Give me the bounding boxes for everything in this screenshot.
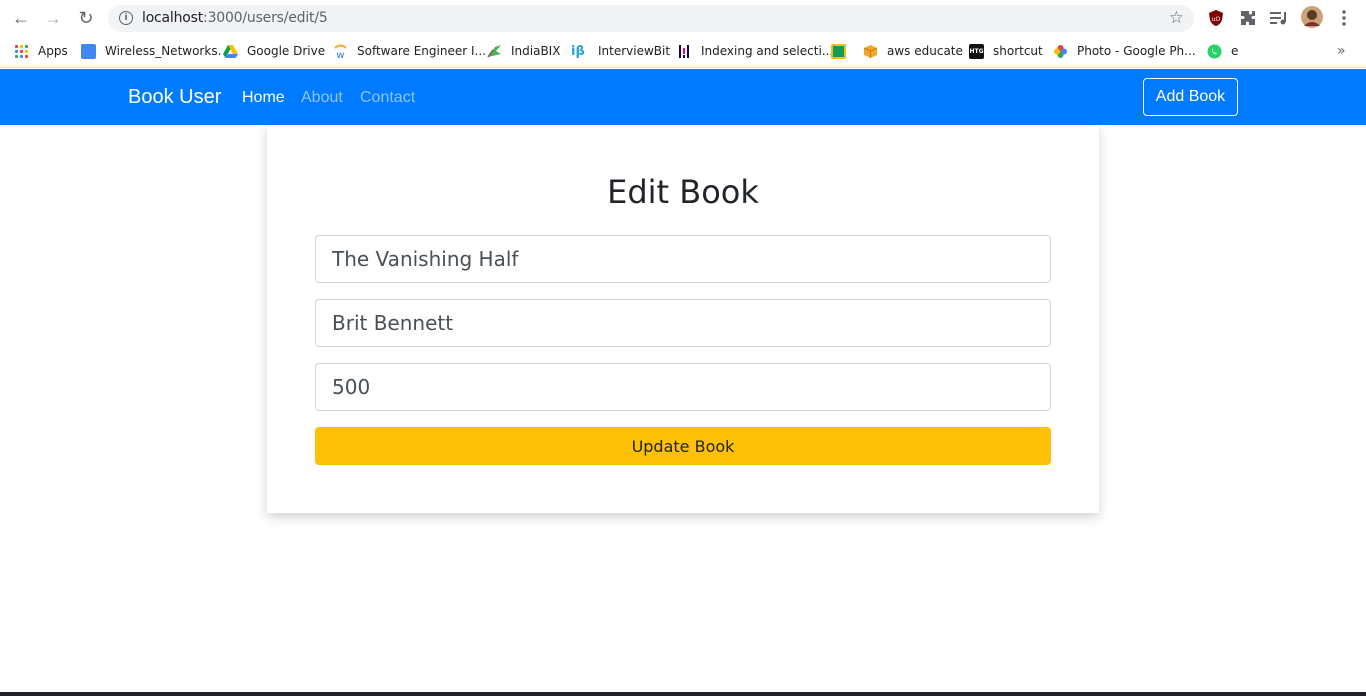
- bookmark-google-drive[interactable]: Google Drive: [223, 41, 325, 61]
- bookmark-label: Software Engineer I...: [357, 44, 486, 58]
- bookmark-whatsapp[interactable]: e: [1207, 41, 1238, 61]
- bookmark-indexing-selecting[interactable]: Indexing and selecti...: [677, 41, 833, 61]
- pages-input[interactable]: 500: [315, 363, 1051, 411]
- bookmark-label: aws educate: [887, 44, 963, 58]
- bookmark-label: Indexing and selecti...: [701, 44, 834, 58]
- add-book-button[interactable]: Add Book: [1143, 78, 1238, 116]
- taskbar-edge: [0, 692, 1366, 696]
- bookmark-apps[interactable]: Apps: [14, 41, 68, 61]
- nav-link-contact[interactable]: Contact: [360, 89, 415, 107]
- bookmark-indiabix[interactable]: IndiaBIX: [487, 41, 560, 61]
- google-drive-icon: [223, 44, 238, 58]
- nav-link-about[interactable]: About: [301, 89, 343, 107]
- svg-text:w: w: [336, 50, 344, 59]
- author-input[interactable]: Brit Bennett: [315, 299, 1051, 347]
- update-book-button[interactable]: Update Book: [315, 427, 1051, 465]
- google-photos-icon: [1054, 44, 1067, 58]
- indiabix-icon: [487, 44, 501, 57]
- bookmark-label: IndiaBIX: [511, 44, 561, 58]
- whatsapp-icon: [1207, 44, 1222, 58]
- bookmark-shortcut[interactable]: HTG shortcut: [969, 41, 1043, 61]
- apps-grid-icon: [14, 44, 29, 58]
- pandas-icon: [679, 44, 689, 58]
- bookmark-label: Apps: [38, 44, 68, 58]
- bookmark-label: Google Drive: [247, 44, 326, 58]
- classroom-icon: [831, 43, 846, 59]
- more-bookmarks-chevron-icon[interactable]: »: [1337, 41, 1346, 61]
- contact-card-icon: [81, 43, 96, 59]
- profile-avatar[interactable]: [1301, 6, 1323, 28]
- back-icon[interactable]: ←: [9, 7, 33, 29]
- bookmarks-bar: Apps Wireless_Networks. Google Drive w S…: [0, 36, 1366, 68]
- htg-icon: HTG: [969, 43, 984, 59]
- page-title: Edit Book: [607, 173, 759, 211]
- svg-text:uO: uO: [1212, 16, 1221, 23]
- bookmark-label: shortcut: [993, 44, 1043, 58]
- bookmark-label: e: [1231, 44, 1239, 58]
- ublock-icon[interactable]: uO: [1206, 9, 1226, 27]
- bookmark-star-icon[interactable]: ☆: [1169, 8, 1184, 28]
- bookmark-label: InterviewBit: [598, 44, 671, 58]
- workday-icon: w: [334, 44, 347, 59]
- bookmark-label: Wireless_Networks.: [105, 44, 222, 58]
- app-navbar: Book User Home About Contact Add Book: [0, 69, 1366, 125]
- reload-icon[interactable]: ↻: [74, 7, 98, 29]
- bookmark-aws-educate[interactable]: aws educate: [863, 41, 963, 61]
- interviewbit-icon: iβ: [571, 43, 585, 59]
- address-bar[interactable]: i localhost:3000/users/edit/5 ☆: [108, 5, 1194, 32]
- book-name-input[interactable]: The Vanishing Half: [315, 235, 1051, 283]
- media-control-icon[interactable]: [1269, 9, 1289, 27]
- browser-menu-icon[interactable]: [1334, 9, 1354, 27]
- navbar-brand[interactable]: Book User: [128, 86, 221, 109]
- bookmark-classroom[interactable]: [831, 41, 855, 61]
- extensions-icon[interactable]: [1238, 9, 1258, 27]
- browser-toolbar: ← → ↻ i localhost:3000/users/edit/5 ☆ uO: [0, 0, 1366, 36]
- aws-box-icon: [863, 44, 878, 58]
- nav-link-home[interactable]: Home: [242, 89, 285, 107]
- edit-book-card: Edit Book The Vanishing Half Brit Bennet…: [267, 125, 1099, 513]
- url-text: localhost:3000/users/edit/5: [142, 10, 328, 26]
- site-info-icon[interactable]: i: [119, 11, 133, 25]
- bookmark-software-engineer[interactable]: w Software Engineer I...: [333, 41, 486, 61]
- bookmark-interviewbit[interactable]: iβ InterviewBit: [571, 41, 670, 61]
- bookmark-wireless-networks[interactable]: Wireless_Networks.: [81, 41, 221, 61]
- forward-icon[interactable]: →: [41, 7, 65, 29]
- bookmark-label: Photo - Google Ph...: [1077, 44, 1196, 58]
- bookmark-google-photos[interactable]: Photo - Google Ph...: [1053, 41, 1196, 61]
